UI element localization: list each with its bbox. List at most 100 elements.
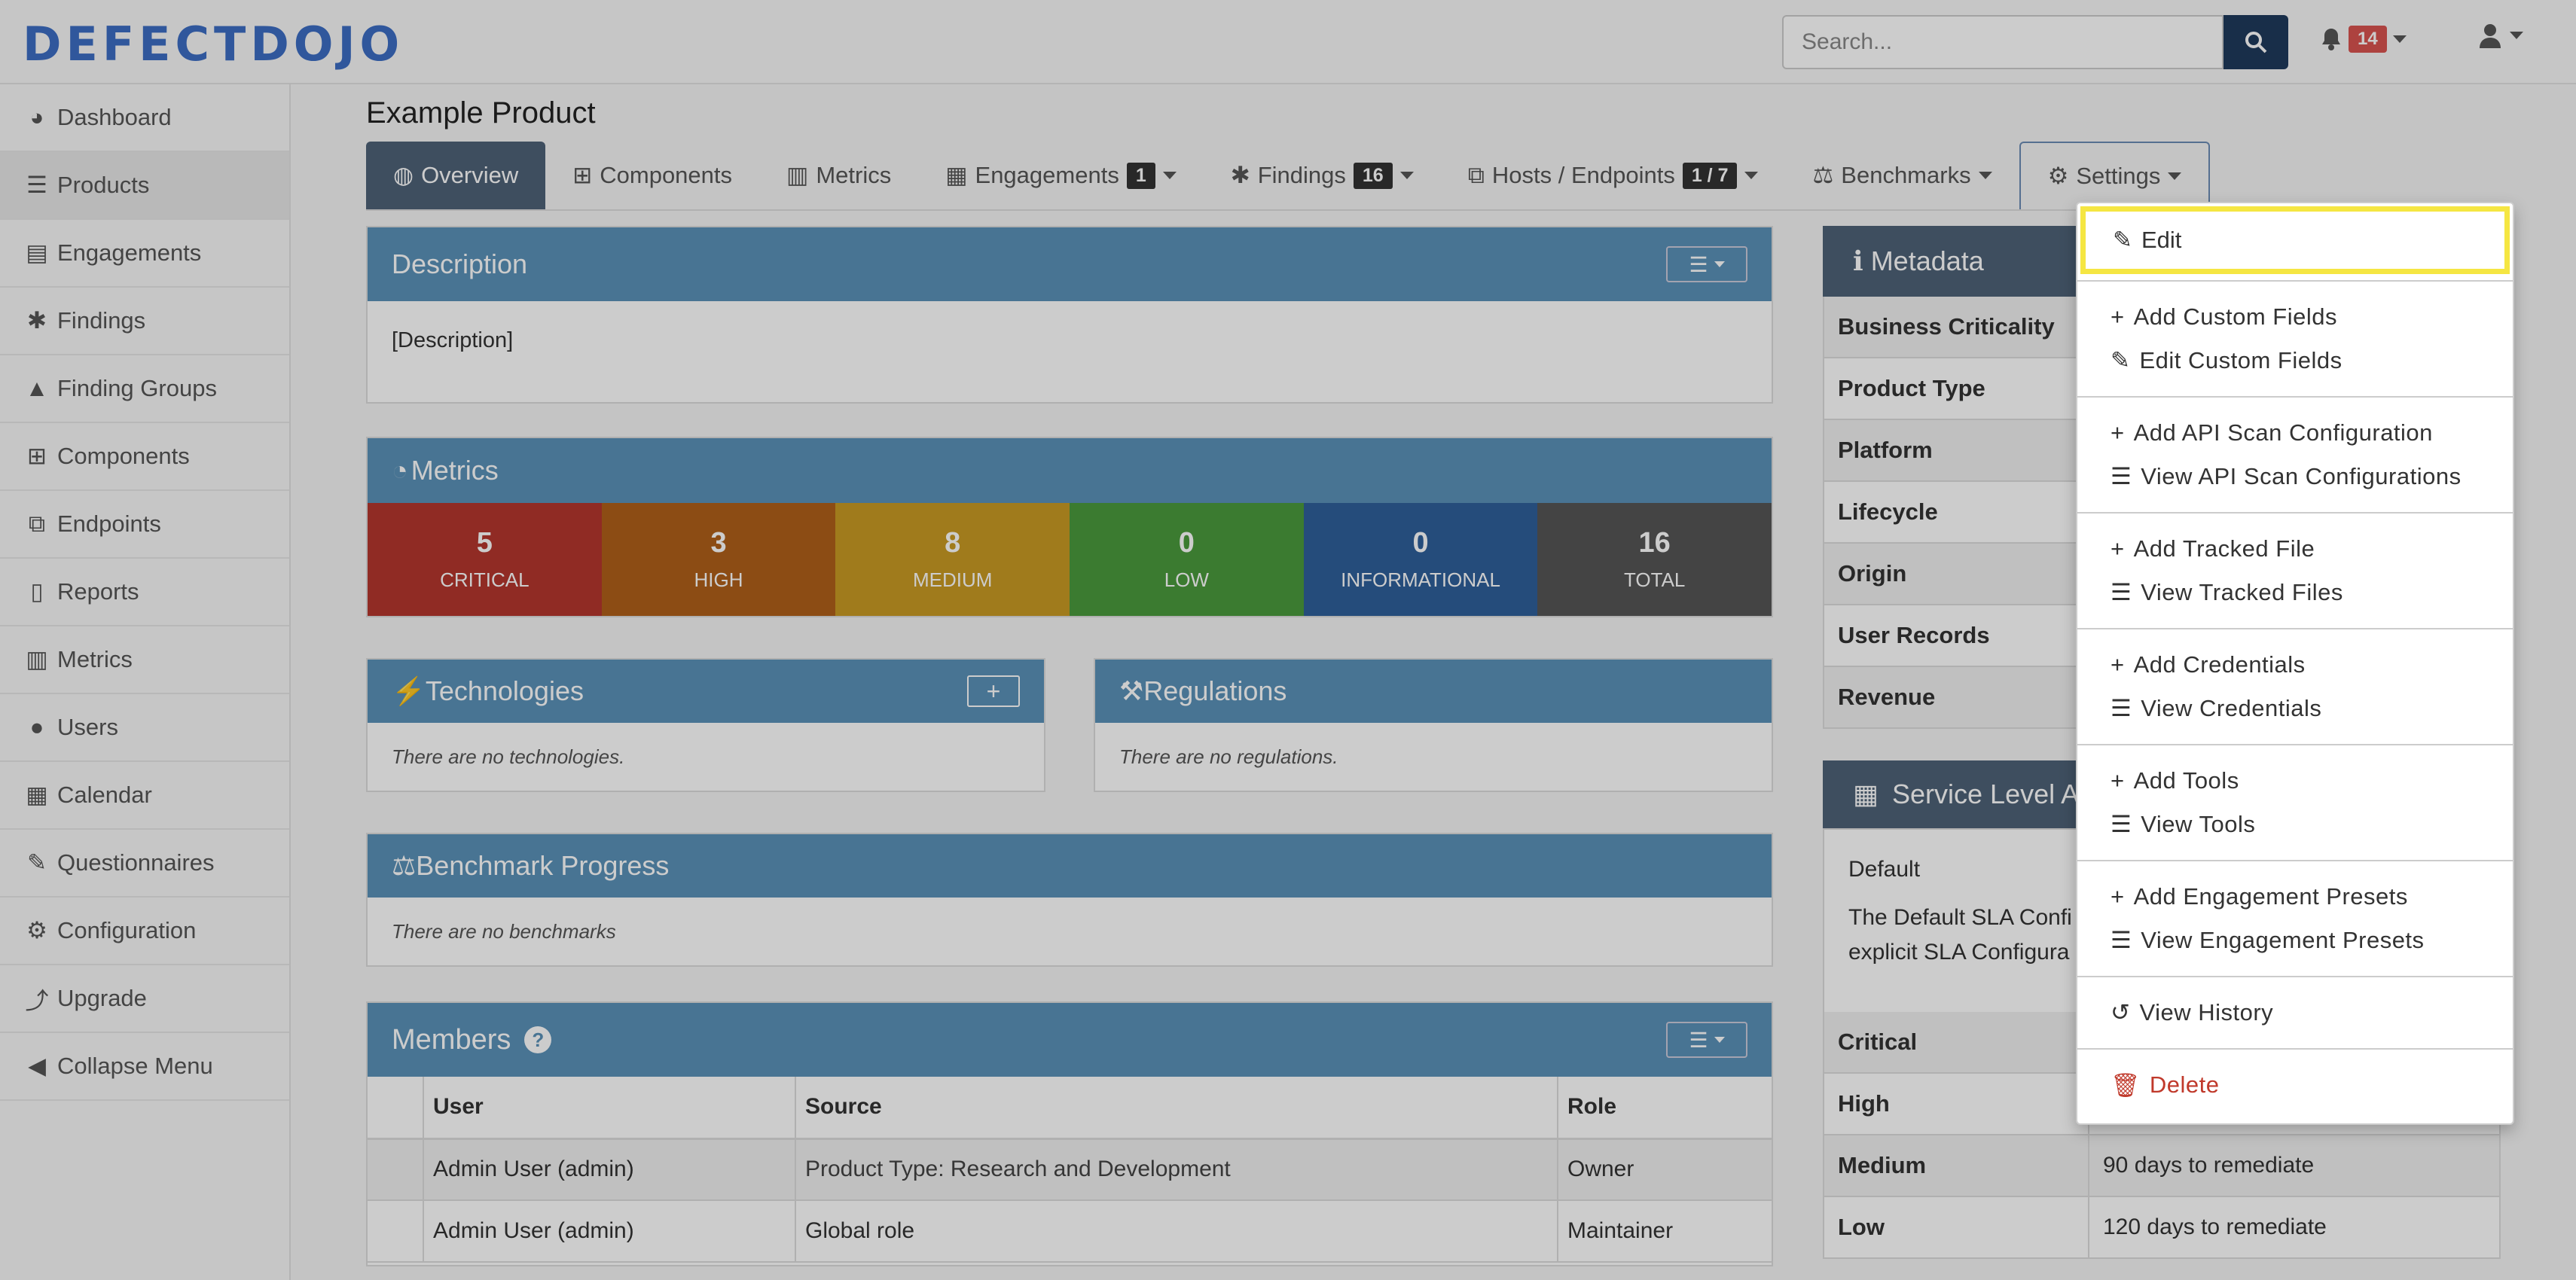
menu-item-label: View History bbox=[2139, 999, 2274, 1026]
tab-engagements[interactable]: ▦ Engagements 1 bbox=[918, 142, 1204, 209]
tab-label: Components bbox=[600, 162, 733, 188]
tab-hosts-endpoints[interactable]: ⧉ Hosts / Endpoints 1 / 7 bbox=[1441, 142, 1786, 209]
menu-item-label: View Engagement Presets bbox=[2141, 927, 2425, 953]
list-icon: ☰ bbox=[1689, 252, 1708, 276]
findings-count-badge: 16 bbox=[1353, 162, 1393, 189]
sidebar-item-metrics[interactable]: ▥ Metrics bbox=[0, 626, 289, 694]
menu-item-add-api-scan-configuration[interactable]: + Add API Scan Configuration bbox=[2077, 411, 2513, 455]
menu-item-add-credentials[interactable]: + Add Credentials bbox=[2077, 643, 2513, 687]
menu-item-add-tracked-file[interactable]: + Add Tracked File bbox=[2077, 527, 2513, 571]
sidebar-item-collapse-menu[interactable]: ◀ Collapse Menu bbox=[0, 1033, 289, 1101]
sidebar-item-products[interactable]: ☰ Products bbox=[0, 152, 289, 220]
menu-item-edit[interactable]: ✎ Edit bbox=[2080, 206, 2510, 274]
sidebar-item-questionnaires[interactable]: ✎ Questionnaires bbox=[0, 830, 289, 898]
row-actions-cell[interactable] bbox=[368, 1200, 424, 1263]
menu-item-view-api-scan-configurations[interactable]: ☰ View API Scan Configurations bbox=[2077, 455, 2513, 498]
member-source-link[interactable]: Product Type: Research and Development bbox=[795, 1138, 1558, 1201]
table-row: Admin User (admin) Product Type: Researc… bbox=[368, 1138, 1772, 1201]
chevron-down-icon bbox=[2392, 35, 2407, 43]
search-input[interactable] bbox=[1782, 15, 2223, 69]
sidebar-item-endpoints[interactable]: ⧉ Endpoints bbox=[0, 491, 289, 559]
calendar-check-icon: ▦ bbox=[1853, 779, 1879, 809]
search-icon bbox=[2245, 32, 2267, 53]
menu-item-view-history[interactable]: ↺ View History bbox=[2077, 991, 2513, 1035]
sidebar-item-upgrade[interactable]: ⤴ Upgrade bbox=[0, 965, 289, 1033]
tab-settings[interactable]: ⚙ Settings bbox=[2019, 142, 2211, 209]
description-menu-button[interactable]: ☰ bbox=[1666, 246, 1747, 282]
menu-item-view-tracked-files[interactable]: ☰ View Tracked Files bbox=[2077, 571, 2513, 614]
members-menu-button[interactable]: ☰ bbox=[1666, 1022, 1747, 1058]
edit-icon: ✎ bbox=[2113, 227, 2132, 253]
menu-item-add-custom-fields[interactable]: + Add Custom Fields bbox=[2077, 295, 2513, 339]
menu-item-view-tools[interactable]: ☰ View Tools bbox=[2077, 803, 2513, 846]
add-technology-button[interactable]: + bbox=[967, 675, 1020, 707]
menu-item-label: Add API Scan Configuration bbox=[2133, 419, 2433, 446]
questionnaire-icon: ✎ bbox=[27, 849, 47, 876]
metric-total[interactable]: 16 TOTAL bbox=[1537, 503, 1772, 616]
endpoints-count-badge: 1 / 7 bbox=[1682, 162, 1738, 189]
sidebar-item-users[interactable]: ● Users bbox=[0, 694, 289, 762]
sla-value: 90 days to remediate bbox=[2103, 1153, 2315, 1178]
chevron-down-icon bbox=[1978, 172, 1992, 179]
sidebar-item-label: Components bbox=[57, 443, 190, 469]
upgrade-icon: ⤴ bbox=[25, 987, 49, 1014]
menu-item-label: Add Tools bbox=[2133, 767, 2239, 794]
sidebar-item-engagements[interactable]: ▤ Engagements bbox=[0, 220, 289, 288]
chart-icon: ▥ bbox=[26, 646, 48, 672]
menu-item-edit-custom-fields[interactable]: ✎ Edit Custom Fields bbox=[2077, 339, 2513, 382]
tab-benchmarks[interactable]: ⚖ Benchmarks bbox=[1785, 142, 2019, 209]
search-button[interactable] bbox=[2223, 15, 2288, 69]
metric-low[interactable]: 0 LOW bbox=[1070, 503, 1304, 616]
tab-findings[interactable]: ✱ Findings 16 bbox=[1204, 142, 1441, 209]
balance-scale-icon: ⚖ bbox=[1812, 162, 1834, 188]
member-source: Global role bbox=[795, 1200, 1558, 1263]
metric-value: 16 bbox=[1638, 527, 1671, 559]
metric-high[interactable]: 3 HIGH bbox=[601, 503, 836, 616]
sidebar-item-label: Questionnaires bbox=[57, 849, 215, 876]
sidebar-item-configuration[interactable]: ⚙ Configuration bbox=[0, 898, 289, 965]
sidebar-item-label: Dashboard bbox=[57, 104, 172, 130]
menu-item-label: View API Scan Configurations bbox=[2141, 463, 2462, 489]
sla-label: Low bbox=[1824, 1197, 2089, 1257]
notifications-dropdown[interactable]: 14 bbox=[2320, 26, 2407, 53]
tab-components[interactable]: ⊞ Components bbox=[545, 142, 759, 209]
sidebar-item-calendar[interactable]: ▦ Calendar bbox=[0, 762, 289, 830]
technologies-header: ⚡ Technologies + bbox=[368, 660, 1044, 723]
menu-item-add-engagement-presets[interactable]: + Add Engagement Presets bbox=[2077, 875, 2513, 919]
sidebar-item-reports[interactable]: ▯ Reports bbox=[0, 559, 289, 626]
description-panel: Description ☰ [Description] bbox=[366, 226, 1773, 404]
tab-metrics[interactable]: ▥ Metrics bbox=[759, 142, 918, 209]
table-row: Admin User (admin) Global role Maintaine… bbox=[368, 1200, 1772, 1263]
user-menu-dropdown[interactable] bbox=[2478, 23, 2523, 48]
sla-value: 120 days to remediate bbox=[2103, 1214, 2327, 1239]
tab-label: Engagements bbox=[975, 162, 1119, 188]
description-text: [Description] bbox=[392, 328, 514, 352]
sidebar-item-dashboard[interactable]: ◕ Dashboard bbox=[0, 84, 289, 152]
metric-critical[interactable]: 5 CRITICAL bbox=[368, 503, 602, 616]
sidebar-item-finding-groups[interactable]: ▲ Finding Groups bbox=[0, 355, 289, 423]
metric-medium[interactable]: 8 MEDIUM bbox=[835, 503, 1070, 616]
menu-item-add-tools[interactable]: + Add Tools bbox=[2077, 759, 2513, 803]
panel-title: Members bbox=[392, 1023, 511, 1056]
list-icon: ☰ bbox=[2111, 579, 2132, 605]
menu-item-view-credentials[interactable]: ☰ View Credentials bbox=[2077, 687, 2513, 730]
panel-title: Description bbox=[392, 248, 528, 279]
menu-item-view-engagement-presets[interactable]: ☰ View Engagement Presets bbox=[2077, 919, 2513, 962]
defectdojo-logo[interactable]: DEFECTDOJO bbox=[23, 17, 404, 72]
tab-label: Findings bbox=[1257, 162, 1346, 188]
calendar-icon: ▦ bbox=[26, 782, 48, 808]
menu-item-delete[interactable]: 🗑 Delete bbox=[2077, 1063, 2513, 1107]
row-actions-cell[interactable] bbox=[368, 1138, 424, 1201]
tab-overview[interactable]: ◍ Overview bbox=[366, 142, 546, 209]
tab-label: Hosts / Endpoints bbox=[1491, 162, 1675, 188]
sidebar-item-components[interactable]: ⊞ Components bbox=[0, 423, 289, 491]
chart-icon: ▥ bbox=[786, 162, 809, 188]
sidebar-item-findings[interactable]: ✱ Findings bbox=[0, 288, 289, 355]
sidebar: ◕ Dashboard ☰ Products ▤ Engagements ✱ Findi… bbox=[0, 84, 291, 1280]
menu-item-label: Delete bbox=[2149, 1071, 2220, 1098]
metric-informational[interactable]: 0 INFORMATIONAL bbox=[1303, 503, 1538, 616]
list-icon: ☰ bbox=[1689, 1028, 1708, 1052]
help-icon[interactable]: ? bbox=[524, 1026, 552, 1053]
menu-item-label: View Tools bbox=[2141, 811, 2256, 837]
metric-label: HIGH bbox=[694, 568, 743, 591]
